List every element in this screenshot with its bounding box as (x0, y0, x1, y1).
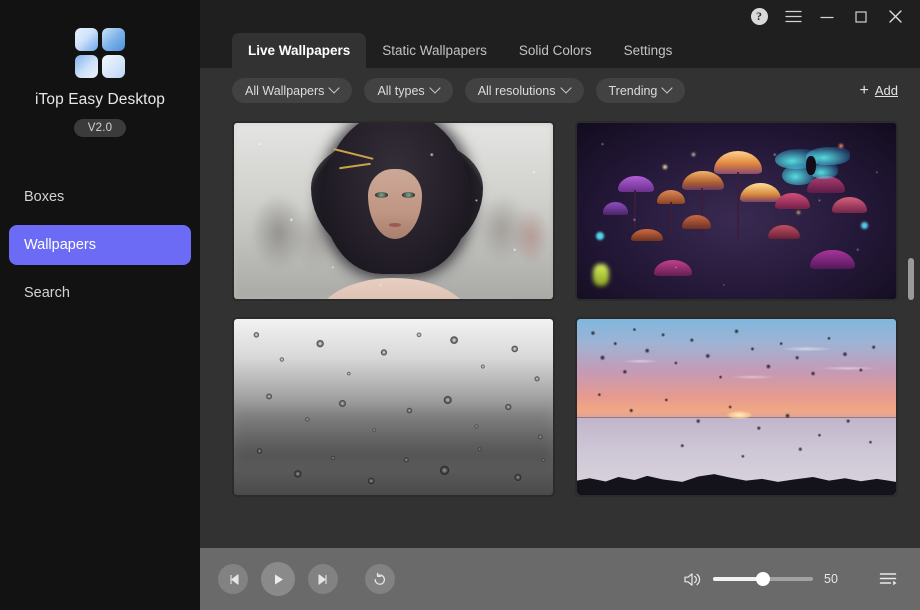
chevron-down-icon (330, 84, 339, 93)
logo-cell-bottom-left (75, 55, 98, 78)
filter-sort-trending[interactable]: Trending (596, 78, 686, 103)
previous-track-icon (227, 573, 240, 586)
volume-area: 50 (683, 571, 898, 588)
version-badge: V2.0 (74, 119, 126, 137)
tab-live-wallpapers[interactable]: Live Wallpapers (232, 33, 366, 68)
add-button[interactable]: + Add (860, 83, 898, 99)
volume-speaker-icon[interactable] (683, 571, 702, 588)
play-button[interactable] (261, 562, 295, 596)
main-pane: ? (200, 0, 920, 610)
scrollbar-thumb[interactable] (908, 258, 914, 300)
sidebar-item-wallpapers[interactable]: Wallpapers (9, 225, 191, 265)
menu-button[interactable] (776, 2, 810, 32)
filter-label: All types (377, 84, 424, 98)
maximize-button[interactable] (844, 2, 878, 32)
wallpaper-grid-area (200, 113, 920, 548)
playlist-queue-icon[interactable] (879, 571, 898, 587)
logo-cell-top-right (102, 28, 125, 51)
tab-bar: Live Wallpapers Static Wallpapers Solid … (200, 33, 920, 68)
loop-button[interactable] (365, 564, 395, 594)
app-title: iTop Easy Desktop (35, 91, 165, 109)
sidebar-item-label: Boxes (24, 189, 64, 205)
sidebar: iTop Easy Desktop V2.0 Boxes Wallpapers … (0, 0, 200, 610)
sidebar-item-label: Search (24, 285, 70, 301)
logo-cell-top-left (75, 28, 98, 51)
close-icon (888, 9, 903, 24)
wallpaper-card-sunset-birds[interactable] (575, 317, 898, 497)
app-logo (75, 28, 125, 78)
filter-label: All Wallpapers (245, 84, 324, 98)
sidebar-item-search[interactable]: Search (9, 273, 191, 313)
tab-label: Solid Colors (519, 43, 592, 58)
filter-all-resolutions[interactable]: All resolutions (465, 78, 584, 103)
previous-track-button[interactable] (218, 564, 248, 594)
play-icon (271, 572, 286, 587)
volume-value: 50 (824, 572, 842, 586)
volume-slider[interactable] (713, 577, 813, 581)
player-bar: 50 (200, 548, 920, 610)
app-window: iTop Easy Desktop V2.0 Boxes Wallpapers … (0, 0, 920, 610)
filter-label: Trending (609, 84, 658, 98)
help-button[interactable]: ? (742, 2, 776, 32)
help-question-icon: ? (751, 8, 768, 25)
tab-label: Settings (624, 43, 673, 58)
tab-solid-colors[interactable]: Solid Colors (503, 33, 608, 68)
tab-static-wallpapers[interactable]: Static Wallpapers (366, 33, 503, 68)
chevron-down-icon (431, 84, 440, 93)
chevron-down-icon (663, 84, 672, 93)
filter-label: All resolutions (478, 84, 556, 98)
filter-all-types[interactable]: All types (364, 78, 452, 103)
wallpaper-card-rain-on-glass[interactable] (232, 317, 555, 497)
title-bar: ? (200, 0, 920, 33)
volume-slider-knob[interactable] (756, 572, 770, 586)
wallpaper-thumbnail (234, 319, 553, 495)
minimize-button[interactable] (810, 2, 844, 32)
filter-bar: All Wallpapers All types All resolutions… (200, 68, 920, 113)
minimize-icon (820, 11, 834, 23)
plus-icon: + (860, 83, 869, 99)
four-squares-logo-icon (75, 28, 125, 78)
sidebar-item-boxes[interactable]: Boxes (9, 177, 191, 217)
next-track-icon (317, 573, 330, 586)
chevron-down-icon (562, 84, 571, 93)
tab-label: Static Wallpapers (382, 43, 487, 58)
next-track-button[interactable] (308, 564, 338, 594)
hamburger-menu-icon (785, 10, 802, 23)
sidebar-nav: Boxes Wallpapers Search (0, 177, 200, 321)
wallpaper-card-glowing-mushroom-forest[interactable] (575, 121, 898, 301)
sidebar-item-label: Wallpapers (24, 237, 96, 253)
wallpaper-thumbnail (577, 319, 896, 495)
maximize-icon (854, 10, 868, 24)
wallpaper-card-anime-portrait-snow[interactable] (232, 121, 555, 301)
filter-all-wallpapers[interactable]: All Wallpapers (232, 78, 352, 103)
add-button-label: Add (875, 83, 898, 98)
repeat-loop-icon (372, 572, 388, 587)
close-button[interactable] (878, 2, 912, 32)
tab-settings[interactable]: Settings (608, 33, 689, 68)
wallpaper-grid (232, 121, 898, 497)
logo-cell-bottom-right (102, 55, 125, 78)
tab-label: Live Wallpapers (248, 43, 350, 58)
wallpaper-thumbnail (577, 123, 896, 299)
wallpaper-thumbnail (234, 123, 553, 299)
